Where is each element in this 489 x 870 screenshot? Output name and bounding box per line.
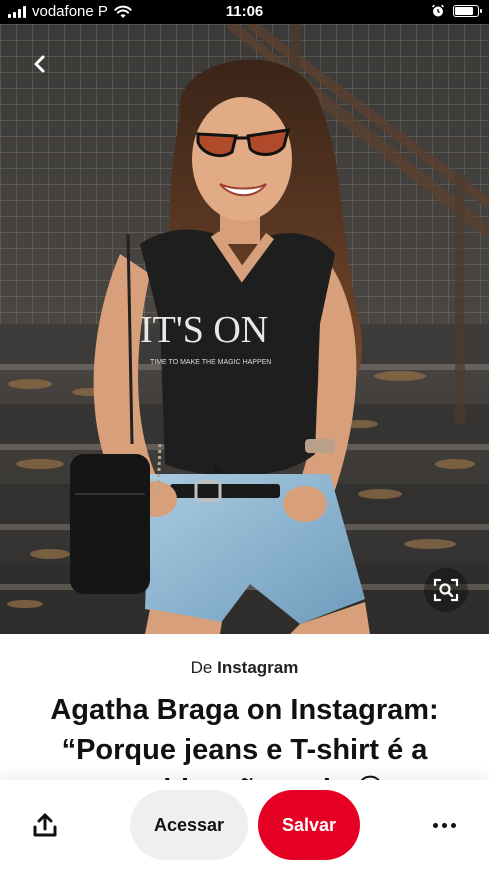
battery-icon bbox=[453, 5, 482, 17]
status-right bbox=[431, 4, 482, 18]
more-horizontal-icon bbox=[432, 822, 438, 828]
back-button[interactable] bbox=[20, 44, 60, 84]
visual-search-icon bbox=[433, 578, 459, 602]
share-icon bbox=[33, 813, 57, 837]
pin-source: De Instagram bbox=[0, 658, 489, 678]
status-bar: vodafone P 11:06 bbox=[0, 0, 489, 24]
pin-title: Agatha Braga on Instagram: “Porque jeans… bbox=[50, 694, 439, 786]
source-prefix: De bbox=[190, 658, 213, 677]
shirt-text: IT'S ON bbox=[140, 309, 268, 351]
pin-photo: IT'S ON TIME TO MAKE THE MAGIC HAPPEN bbox=[0, 24, 489, 634]
alarm-clock-icon bbox=[431, 4, 445, 17]
chevron-left-icon bbox=[34, 55, 45, 73]
status-time: 11:06 bbox=[225, 3, 264, 20]
save-button[interactable]: Salvar bbox=[258, 790, 360, 860]
visit-button[interactable]: Acessar bbox=[130, 790, 248, 860]
battery-fill bbox=[455, 7, 473, 15]
source-name[interactable]: Instagram bbox=[217, 658, 298, 677]
more-options-button[interactable] bbox=[426, 810, 462, 840]
visual-search-button[interactable] bbox=[424, 568, 468, 612]
pin-image[interactable]: IT'S ON TIME TO MAKE THE MAGIC HAPPEN bbox=[0, 24, 489, 634]
shirt-subtext: TIME TO MAKE THE MAGIC HAPPEN bbox=[150, 359, 271, 366]
share-button[interactable] bbox=[30, 810, 60, 840]
action-bar: Acessar Salvar bbox=[0, 780, 489, 870]
